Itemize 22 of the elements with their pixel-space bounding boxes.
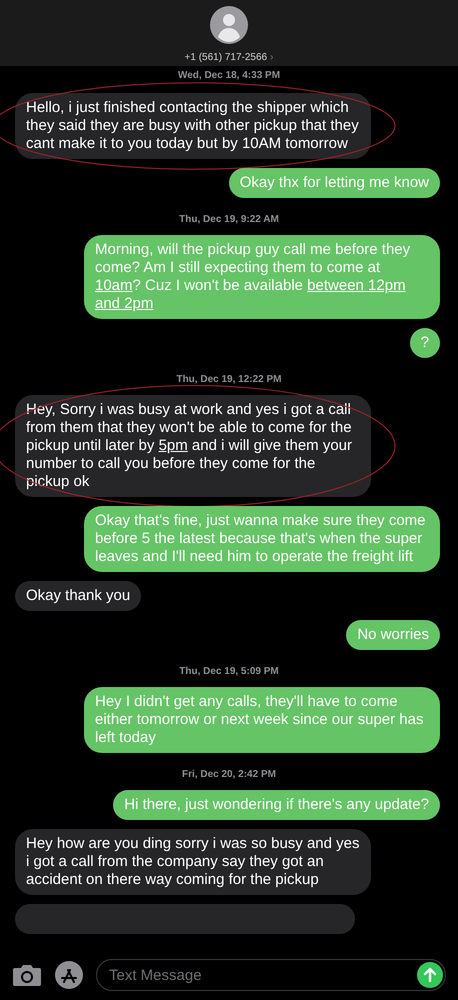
timestamp: Thu, Dec 19, 5:09 PM (179, 665, 279, 679)
sent-message: Hey I didn't get any calls, they'll have to come either tomorrow or next week since our super has left today (84, 687, 440, 753)
chevron-icon: › (270, 50, 274, 65)
message-field[interactable]: Text Message (96, 959, 446, 991)
sent-message: Morning, will the pickup guy call me before they come? Am I still expecting them to come at 10am? Cuz I won't be available between 12pm and 2pm (84, 235, 440, 319)
sent-message: No worries (346, 620, 440, 650)
avatar-icon[interactable] (210, 6, 248, 44)
sent-message: Hi there, just wondering if there's any update? (113, 790, 440, 820)
received-message: Hey how are you ding sorry i was so busy and yes i got a call from the company say they got an accident on there way coming for the pickup (15, 829, 371, 895)
camera-icon[interactable] (12, 963, 42, 987)
received-message: Hey, Sorry i was busy at work and yes i got a call from them that they won't be able to come for the pickup until later by 5pm and i will give them your number to call you before they come for the pickup ok (15, 395, 371, 497)
timestamp: Thu, Dec 19, 9:22 AM (179, 213, 279, 227)
sent-message: ? (410, 328, 440, 358)
contact-number[interactable]: +1 (561) 717-2566 (184, 50, 268, 65)
timestamp: Fri, Dec 20, 2:42 PM (182, 768, 276, 782)
received-message: Okay thank you (15, 581, 142, 611)
sent-message: Okay thx for letting me know (228, 168, 440, 198)
app-store-icon[interactable] (54, 960, 84, 990)
timestamp: Thu, Dec 19, 12:22 PM (176, 373, 282, 387)
sent-message: Okay that's fine, just wanna make sure they come before 5 the latest because that's when the super leaves and I'll need him to operate the freight lift (84, 506, 440, 572)
timestamp: Wed, Dec 18, 4:33 PM (178, 69, 280, 83)
received-message: Hello, i just finished contacting the shipper which they said they are busy with other pickup that they cant make it to you today but by 10AM tomorrow (15, 93, 371, 159)
